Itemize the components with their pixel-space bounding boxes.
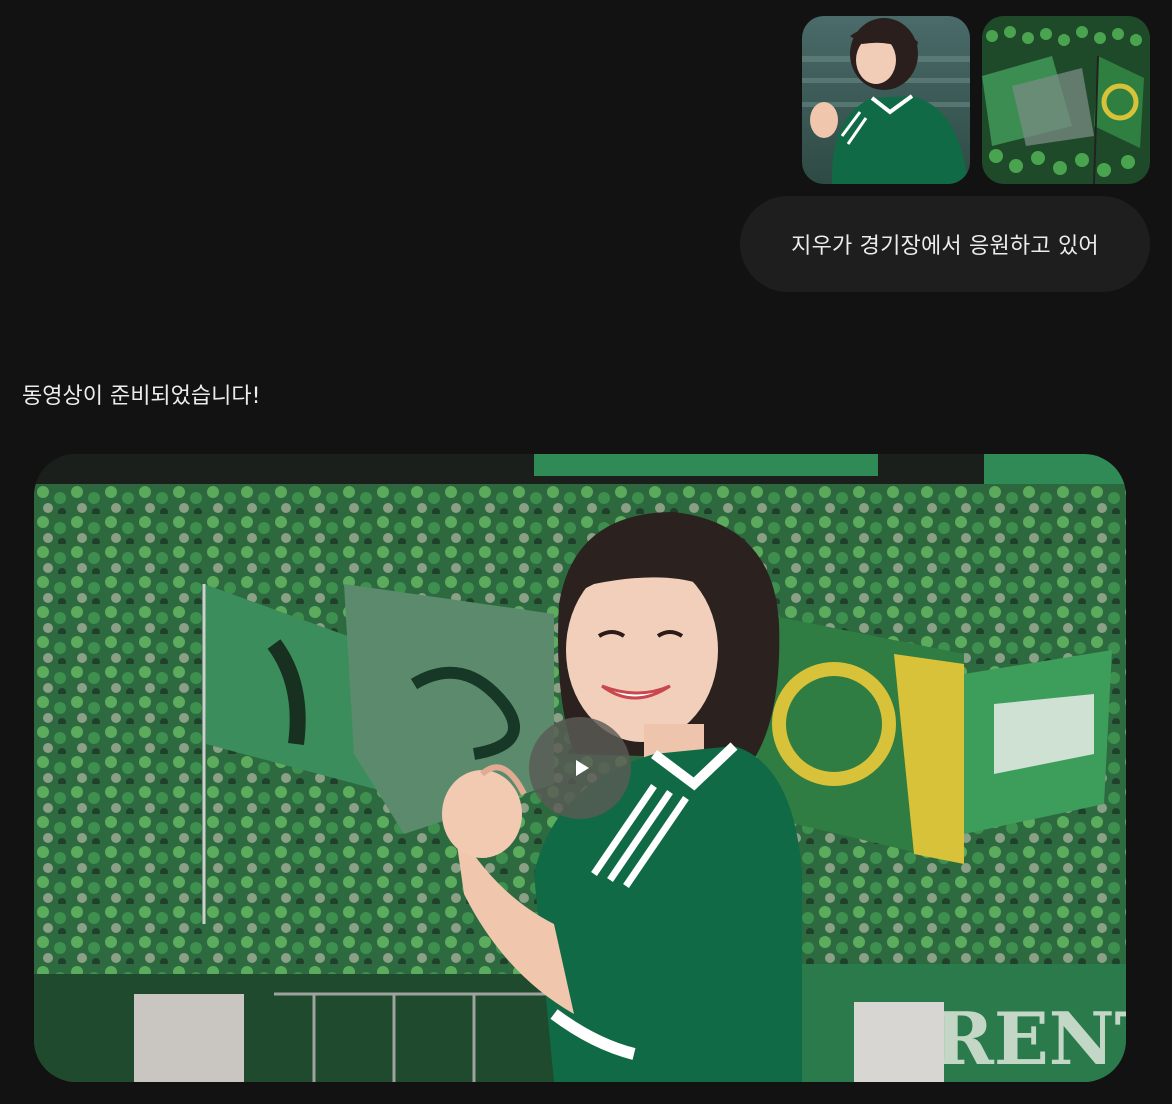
photo-fan-in-green-jersey-thumbnail [802, 16, 970, 184]
user-message-text: 지우가 경기장에서 응원하고 있어 [791, 234, 1099, 259]
attachment-thumbnail-fan[interactable] [802, 16, 970, 184]
user-message-bubble: 지우가 경기장에서 응원하고 있어 [740, 196, 1150, 292]
attachment-thumbnail-stadium[interactable] [982, 16, 1150, 184]
chat-page: 지우가 경기장에서 응원하고 있어 동영상이 준비되었습니다! REN [0, 0, 1172, 1104]
play-button[interactable] [529, 717, 631, 819]
stadium-banner-text: RENT [934, 996, 1126, 1081]
assistant-message-text: 동영상이 준비되었습니다! [22, 384, 261, 409]
play-icon [575, 760, 589, 776]
photo-stadium-crowd-flags-thumbnail [982, 16, 1150, 184]
generated-video-player[interactable]: RENT [34, 454, 1126, 1082]
